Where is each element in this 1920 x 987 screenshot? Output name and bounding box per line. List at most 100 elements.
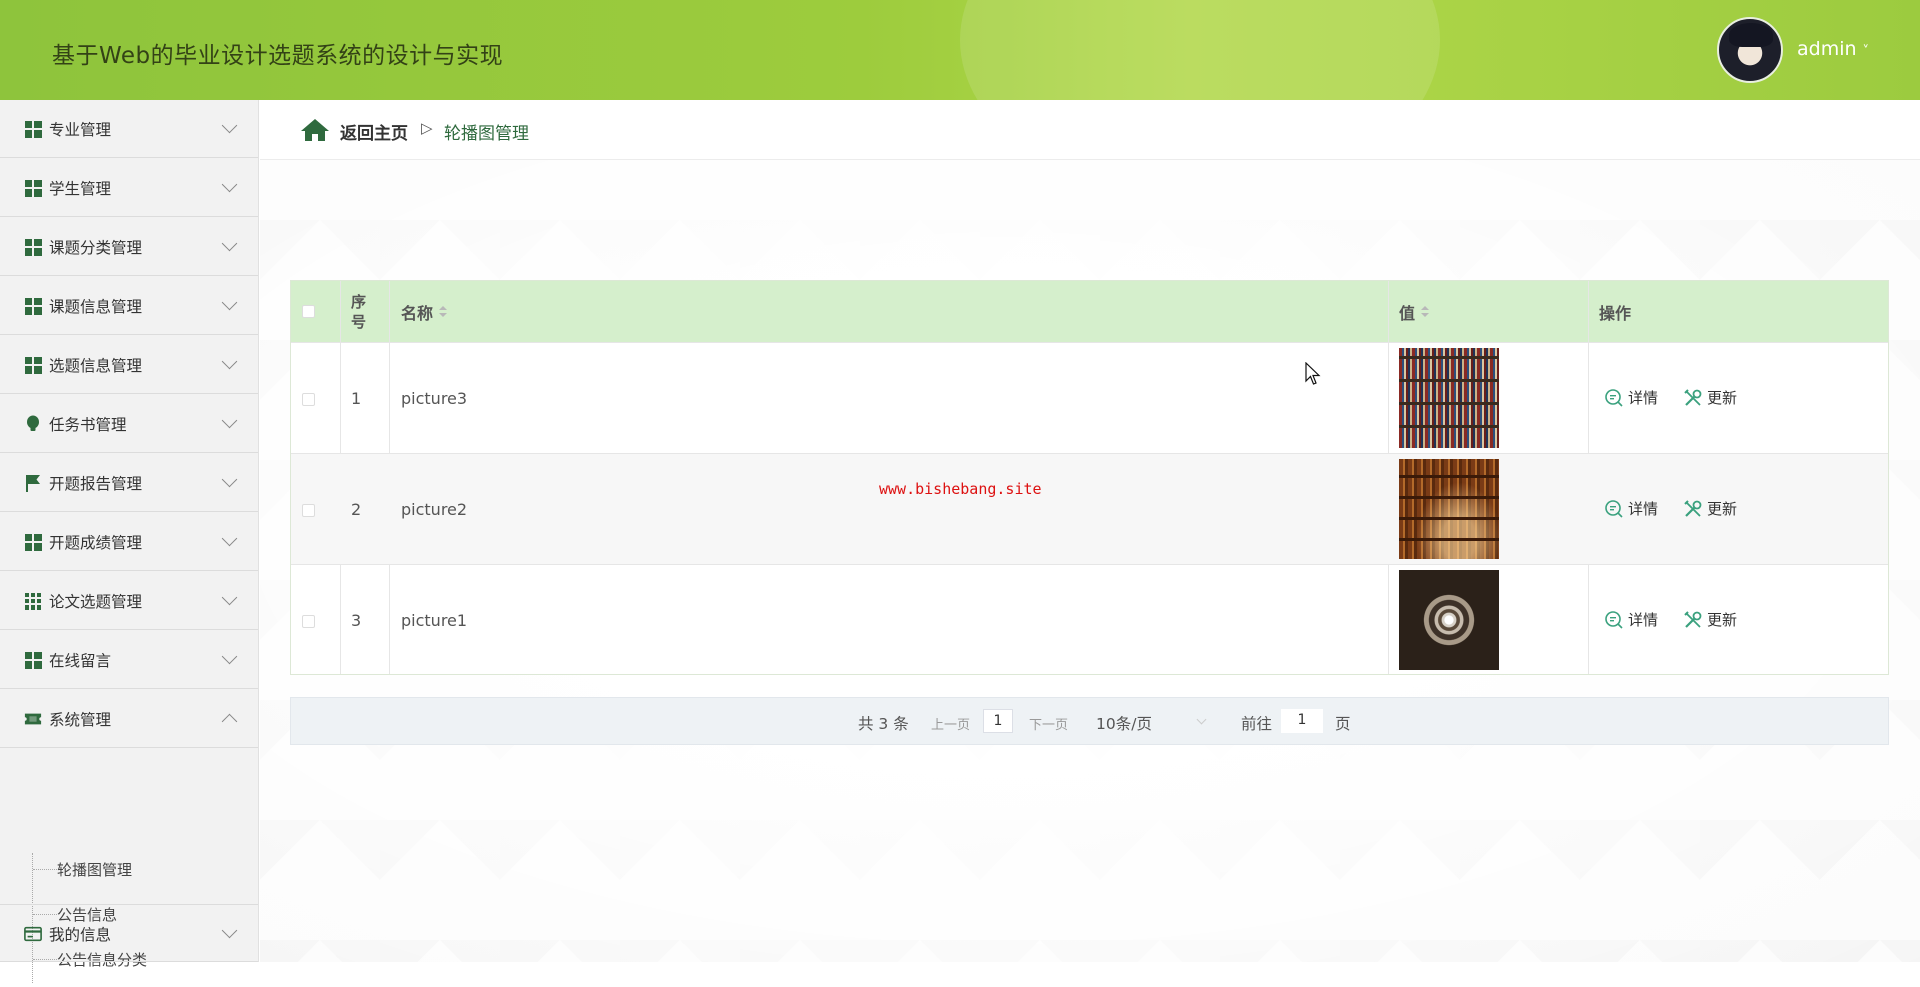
sidebar-item-label: 论文选题管理 [49, 593, 143, 611]
ticket-icon [24, 710, 42, 728]
chevron-down-icon [221, 294, 238, 311]
tools-icon [1684, 499, 1702, 517]
library-image-thumbnail[interactable] [1399, 459, 1499, 559]
sidebar-item-label: 专业管理 [49, 121, 112, 139]
chevron-down-icon [221, 176, 238, 193]
column-header-index: 序号 [351, 292, 367, 331]
pagination-current-page[interactable]: 1 [983, 709, 1013, 733]
sidebar-item-messages[interactable]: 在线留言 [0, 631, 258, 689]
chevron-down-icon [221, 117, 238, 134]
select-all-checkbox[interactable] [302, 305, 315, 318]
pagination-total: 共 3 条 [858, 715, 909, 733]
sidebar-item-label: 学生管理 [49, 180, 112, 198]
row-checkbox[interactable] [302, 615, 315, 628]
pagination-next-button[interactable]: 下一页 [1029, 714, 1068, 733]
home-icon[interactable] [300, 118, 330, 142]
user-menu[interactable]: admin ˅ [1797, 38, 1869, 60]
chevron-down-icon [221, 471, 238, 488]
sidebar-item-proposal-score[interactable]: 开题成绩管理 [0, 513, 258, 571]
page-size-select[interactable]: 10条/页 [1096, 712, 1152, 734]
chevron-down-icon [221, 235, 238, 252]
detail-button[interactable]: 详情 [1604, 609, 1658, 630]
pagination-prev-button[interactable]: 上一页 [931, 714, 970, 733]
bulb-icon [24, 415, 42, 433]
grid-icon [24, 120, 42, 138]
detail-icon [1605, 610, 1623, 629]
update-button[interactable]: 更新 [1683, 498, 1737, 519]
grid-icon [24, 356, 42, 374]
grid-icon [24, 297, 42, 315]
tools-icon [1684, 610, 1702, 628]
sidebar-item-label: 课题分类管理 [49, 239, 143, 257]
row-name: picture3 [401, 389, 468, 408]
sidebar-item-selection-info[interactable]: 选题信息管理 [0, 336, 258, 394]
sidebar-item-label: 开题成绩管理 [49, 534, 143, 552]
breadcrumb-home-link[interactable]: 返回主页 [340, 119, 408, 144]
table-header: 序号 名称 值 操作 [291, 281, 1888, 342]
detail-icon [1605, 388, 1623, 407]
grid-icon [24, 238, 42, 256]
update-button[interactable]: 更新 [1683, 609, 1737, 630]
system-title: 基于Web的毕业设计选题系统的设计与实现 [52, 43, 504, 69]
sidebar-item-thesis-topic[interactable]: 论文选题管理 [0, 572, 258, 630]
row-checkbox[interactable] [302, 393, 315, 406]
sidebar-item-label: 系统管理 [49, 711, 112, 729]
user-avatar[interactable] [1717, 17, 1783, 83]
sidebar-item-student[interactable]: 学生管理 [0, 159, 258, 217]
sidebar-item-label: 开题报告管理 [49, 475, 143, 493]
sidebar-item-proposal-report[interactable]: 开题报告管理 [0, 454, 258, 512]
sidebar-item-topic-info[interactable]: 课题信息管理 [0, 277, 258, 335]
tools-icon [1684, 388, 1702, 406]
sidebar: 专业管理 学生管理 课题分类管理 课题信息管理 选题信息管理 任务书管理 开题报… [0, 100, 259, 983]
card-icon [24, 925, 42, 943]
column-header-value[interactable]: 值 [1399, 281, 1430, 342]
main-content: 返回主页 ▷ 轮播图管理 序号 名称 值 操作 1 picture3 详情 更新… [260, 100, 1920, 962]
chevron-down-icon [221, 648, 238, 665]
carousel-table: 序号 名称 值 操作 1 picture3 详情 更新 2 picture2 详… [290, 280, 1889, 675]
table-row: 1 picture3 详情 更新 [291, 342, 1888, 453]
goto-unit: 页 [1335, 715, 1351, 733]
table-row: 2 picture2 详情 更新 [291, 453, 1888, 564]
watermark-text: www.bishebang.site [879, 480, 1042, 498]
mouse-cursor-icon [1305, 362, 1321, 385]
chevron-down-icon [221, 589, 238, 606]
goto-label: 前往 [1241, 715, 1273, 733]
sort-icon[interactable] [1421, 305, 1430, 318]
row-checkbox[interactable] [302, 504, 315, 517]
column-header-action: 操作 [1599, 303, 1632, 323]
column-header-name[interactable]: 名称 [401, 281, 448, 342]
submenu-item-carousel[interactable]: 轮播图管理 [33, 855, 132, 883]
row-name: picture1 [401, 611, 468, 630]
row-index: 3 [351, 611, 362, 630]
sort-icon[interactable] [439, 305, 448, 318]
row-index: 2 [351, 500, 362, 519]
spiral-image-thumbnail[interactable] [1399, 570, 1499, 670]
chevron-down-icon: ˅ [1862, 44, 1870, 59]
sidebar-item-topic-category[interactable]: 课题分类管理 [0, 218, 258, 276]
sidebar-item-label: 课题信息管理 [49, 298, 143, 316]
chevron-down-icon [221, 922, 238, 939]
grid-icon [24, 533, 42, 551]
table-row: 3 picture1 详情 更新 [291, 564, 1888, 675]
sidebar-item-system[interactable]: 系统管理 [0, 690, 258, 748]
grid-icon [24, 651, 42, 669]
top-header: 基于Web的毕业设计选题系统的设计与实现 admin ˅ [0, 0, 1920, 100]
flag-icon [24, 474, 42, 492]
grid-icon [24, 179, 42, 197]
breadcrumb-current: 轮播图管理 [444, 124, 529, 144]
pagination: 共 3 条 上一页 1 下一页 10条/页 前往 1 页 [290, 697, 1889, 745]
sidebar-item-label: 选题信息管理 [49, 357, 143, 375]
detail-button[interactable]: 详情 [1604, 498, 1658, 519]
detail-button[interactable]: 详情 [1604, 387, 1658, 408]
chevron-up-icon [221, 713, 238, 730]
row-index: 1 [351, 389, 362, 408]
breadcrumb-separator: ▷ [421, 119, 433, 137]
sidebar-item-my-info[interactable]: 我的信息 [0, 904, 258, 962]
chevron-down-icon [221, 530, 238, 547]
goto-page-input[interactable]: 1 [1281, 709, 1323, 733]
bookshelf-image-thumbnail[interactable] [1399, 348, 1499, 448]
update-button[interactable]: 更新 [1683, 387, 1737, 408]
breadcrumb: 返回主页 ▷ 轮播图管理 [260, 100, 1920, 160]
sidebar-item-task-book[interactable]: 任务书管理 [0, 395, 258, 453]
sidebar-item-major[interactable]: 专业管理 [0, 100, 258, 158]
